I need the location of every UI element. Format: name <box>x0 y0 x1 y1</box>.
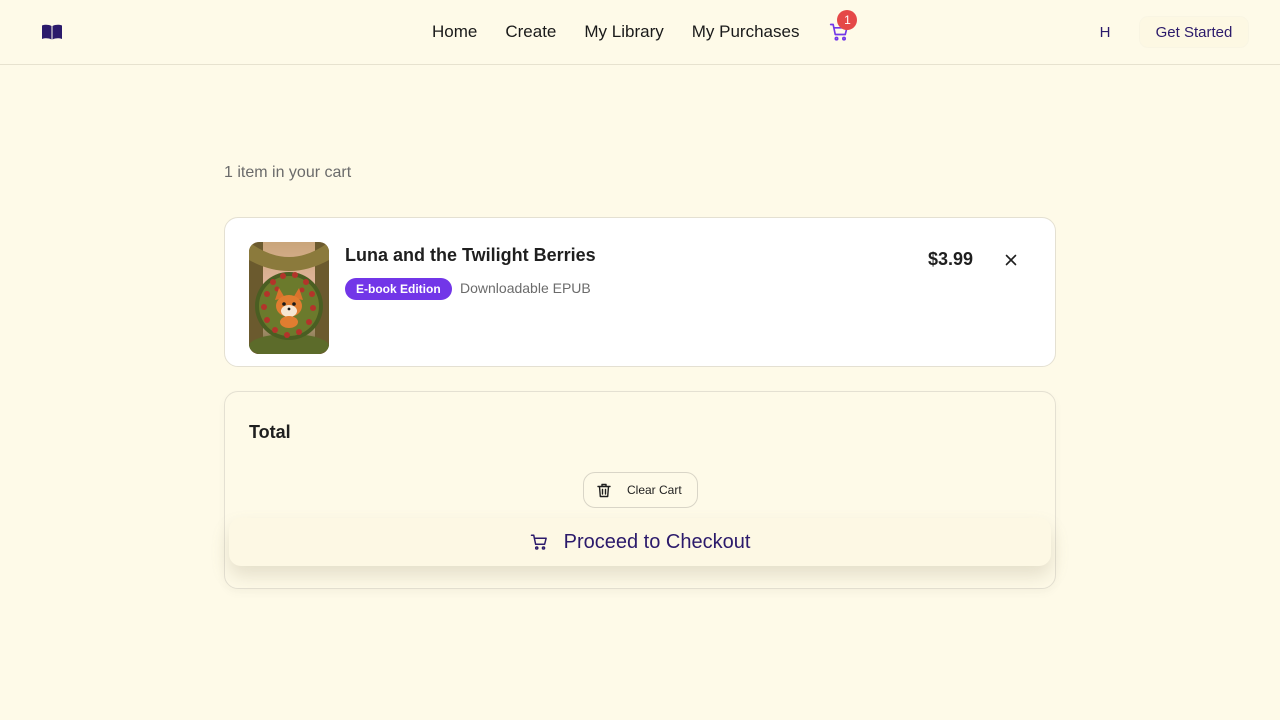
cart-button[interactable]: 1 <box>827 10 858 44</box>
cart-summary: Total Clear Cart Proceed to Checkout <box>224 391 1056 589</box>
main-nav: Home Create My Library My Purchases 1 <box>420 0 858 64</box>
checkout-label: Proceed to Checkout <box>563 530 751 553</box>
nav-my-purchases[interactable]: My Purchases <box>680 16 812 48</box>
clear-cart-button[interactable]: Clear Cart <box>583 472 698 508</box>
item-price: $3.99 <box>928 249 974 269</box>
get-started-button[interactable]: Get Started <box>1140 17 1248 47</box>
total-label: Total <box>249 422 291 442</box>
close-icon <box>1005 254 1017 266</box>
remove-item-button[interactable] <box>1001 250 1021 270</box>
top-navbar: Home Create My Library My Purchases 1 H … <box>0 0 1280 65</box>
proceed-to-checkout-button[interactable]: Proceed to Checkout <box>229 518 1051 566</box>
nav-home[interactable]: Home <box>420 16 489 48</box>
cart-item-card: Luna and the Twilight Berries E-book Edi… <box>224 217 1056 367</box>
book-open-icon[interactable] <box>41 23 63 41</box>
item-format: Downloadable EPUB <box>460 280 591 296</box>
nav-my-library[interactable]: My Library <box>572 16 675 48</box>
edition-badge: E-book Edition <box>345 278 452 300</box>
clear-cart-label: Clear Cart <box>627 483 682 497</box>
cart-count-badge: 1 <box>837 10 858 30</box>
trash-icon <box>597 483 611 497</box>
user-avatar[interactable]: H <box>1091 22 1119 44</box>
cart-item-count: 1 item in your cart <box>224 164 352 181</box>
item-title[interactable]: Luna and the Twilight Berries <box>345 245 596 266</box>
book-cover-image <box>249 242 329 354</box>
nav-create[interactable]: Create <box>493 16 568 48</box>
shopping-cart-icon <box>530 534 547 550</box>
